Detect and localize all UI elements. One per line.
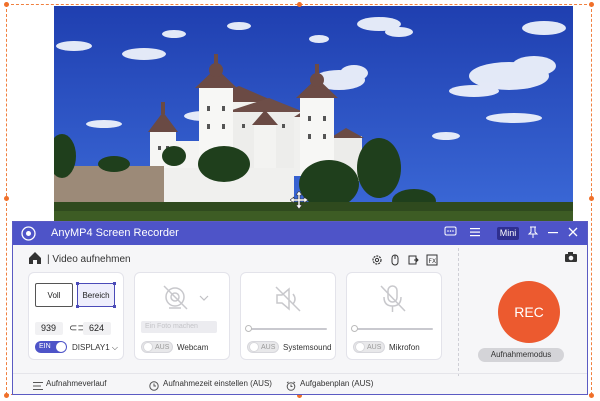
- svg-text:FX: FX: [429, 258, 437, 265]
- mic-label: Mikrofon: [389, 343, 420, 352]
- recording-history-link[interactable]: Aufnahmeverlauf: [46, 379, 106, 388]
- system-volume-knob[interactable]: [245, 325, 252, 332]
- system-sound-panel: AUS Systemsound: [240, 272, 336, 360]
- clock-icon: [149, 378, 159, 391]
- region-handle-bottom-left[interactable]: [4, 393, 9, 398]
- region-handle-top-center[interactable]: [297, 2, 302, 7]
- system-volume-slider[interactable]: [247, 328, 327, 330]
- move-icon[interactable]: [289, 190, 309, 210]
- microphone-muted-icon[interactable]: [377, 283, 409, 320]
- region-corner: [113, 305, 116, 308]
- toggle-knob: [249, 342, 259, 352]
- height-input[interactable]: 624: [83, 322, 111, 335]
- region-corner: [76, 305, 79, 308]
- bottom-bar: Aufnahmeverlauf Aufnahmezeit einstellen …: [13, 373, 587, 395]
- take-photo-button[interactable]: Ein Foto machen: [141, 321, 217, 333]
- mode-label: | Video aufnehmen: [47, 254, 131, 265]
- app-logo-icon: [21, 226, 36, 241]
- list-icon: [33, 378, 43, 390]
- region-handle-top-right[interactable]: [589, 2, 594, 7]
- task-schedule-link[interactable]: Aufgabenplan (AUS): [300, 379, 373, 388]
- system-sound-toggle-label: AUS: [261, 344, 276, 351]
- region-corner: [76, 282, 79, 285]
- display-toggle[interactable]: EIN: [35, 341, 67, 353]
- toggle-knob: [355, 342, 365, 352]
- mic-volume-knob[interactable]: [351, 325, 358, 332]
- custom-region-button[interactable]: Bereich: [76, 282, 116, 308]
- captured-photo: [54, 6, 573, 222]
- mouse-icon[interactable]: [389, 253, 401, 266]
- desktop-background: AnyMP4 Screen Recorder Mini | Video aufn…: [0, 0, 600, 401]
- menu-icon[interactable]: [467, 226, 482, 241]
- record-area: REC Aufnahmemodus: [471, 272, 583, 376]
- full-screen-button[interactable]: Voll: [35, 283, 73, 307]
- display-toggle-label: EIN: [39, 343, 51, 350]
- mic-toggle[interactable]: AUS: [353, 341, 385, 353]
- mic-toggle-label: AUS: [367, 344, 382, 351]
- chevron-down-icon[interactable]: [199, 289, 209, 307]
- rec-button[interactable]: REC: [498, 281, 560, 343]
- app-title: AnyMP4 Screen Recorder: [51, 227, 179, 239]
- webcam-icon[interactable]: [161, 283, 193, 318]
- region-handle-left-center[interactable]: [4, 196, 9, 201]
- display-select-value: DISPLAY1: [72, 343, 110, 352]
- title-bar[interactable]: AnyMP4 Screen Recorder Mini: [13, 222, 587, 245]
- toggle-knob: [56, 342, 66, 352]
- width-input[interactable]: 939: [35, 322, 63, 335]
- webcam-toggle[interactable]: AUS: [141, 341, 173, 353]
- system-sound-label: Systemsound: [283, 343, 332, 352]
- webcam-label: Webcam: [177, 343, 209, 352]
- close-icon[interactable]: [565, 226, 580, 241]
- region-handle-top-left[interactable]: [4, 2, 9, 7]
- webcam-toggle-label: AUS: [155, 344, 170, 351]
- custom-region-label: Bereich: [82, 291, 110, 300]
- recording-timer-link[interactable]: Aufnahmezeit einstellen (AUS): [163, 379, 272, 388]
- divider: [458, 248, 459, 376]
- recorder-window: AnyMP4 Screen Recorder Mini | Video aufn…: [12, 221, 588, 395]
- gear-icon[interactable]: [371, 253, 383, 265]
- export-icon[interactable]: [407, 253, 419, 265]
- fx-icon[interactable]: FX: [426, 253, 438, 266]
- webcam-panel: Ein Foto machen AUS Webcam: [134, 272, 230, 360]
- home-icon[interactable]: [27, 250, 43, 266]
- region-handle-bottom-right[interactable]: [589, 393, 594, 398]
- speaker-muted-icon[interactable]: [273, 285, 305, 318]
- region-handle-right-center[interactable]: [589, 196, 594, 201]
- take-photo-label: Ein Foto machen: [145, 323, 198, 330]
- display-panel: Voll Bereich 939 ⊂⊃ 624 EIN DISPLAY1 ⌵: [28, 272, 124, 360]
- chat-icon[interactable]: [443, 226, 458, 241]
- toggle-knob: [143, 342, 153, 352]
- alarm-icon: [286, 378, 296, 391]
- camera-icon[interactable]: [564, 250, 578, 262]
- recording-mode-button[interactable]: Aufnahmemodus: [478, 348, 564, 362]
- pin-icon[interactable]: [525, 226, 540, 241]
- system-sound-toggle[interactable]: AUS: [247, 341, 279, 353]
- region-corner: [113, 282, 116, 285]
- display-select[interactable]: DISPLAY1 ⌵: [72, 343, 118, 353]
- mic-volume-slider[interactable]: [353, 328, 433, 330]
- microphone-panel: AUS Mikrofon: [346, 272, 442, 360]
- minimize-icon[interactable]: [545, 226, 560, 241]
- toolbar: | Video aufnehmen FX: [13, 247, 587, 271]
- mini-mode-button[interactable]: Mini: [497, 227, 519, 240]
